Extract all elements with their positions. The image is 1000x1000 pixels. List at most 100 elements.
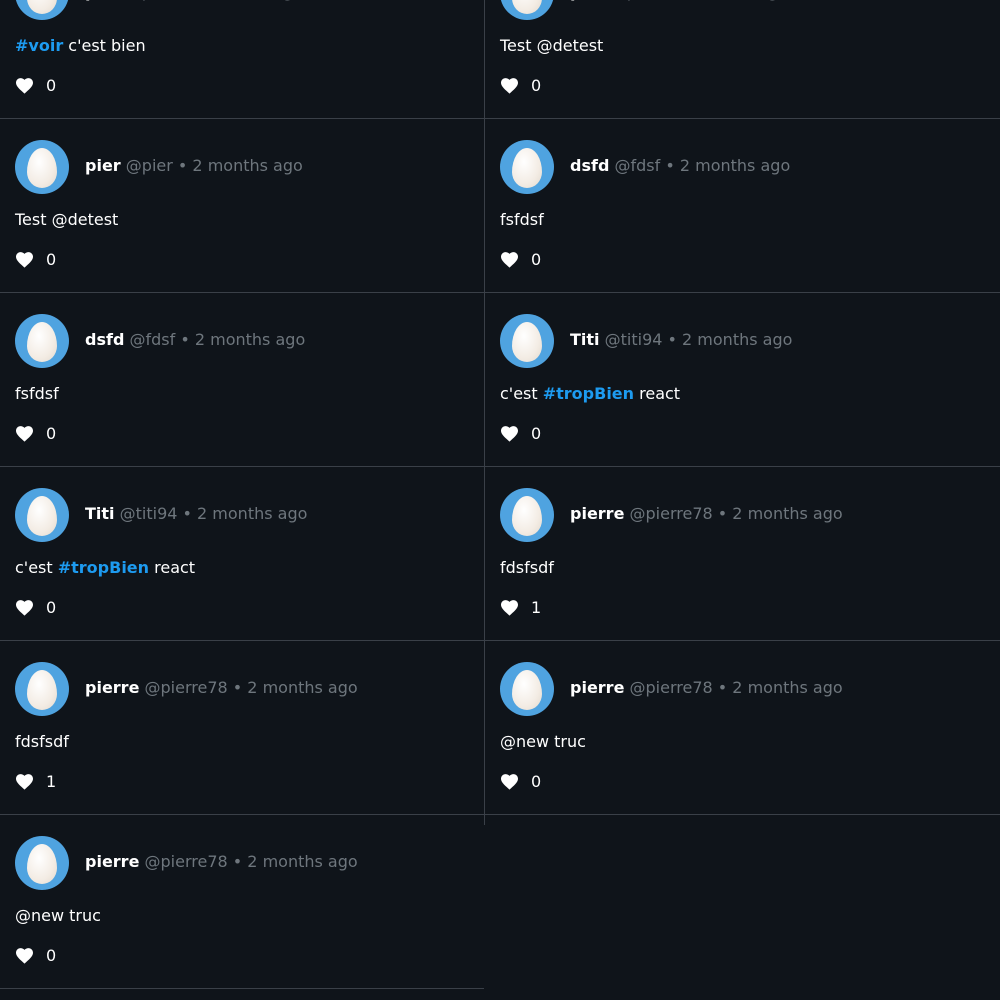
tweet-text: c'est #tropBien react: [15, 558, 195, 577]
feed-column-right: pier @pier • 2 months ago Test @detest 0…: [485, 0, 1000, 815]
author-handle[interactable]: @pierre78: [630, 678, 713, 697]
heart-icon: [16, 948, 33, 964]
tweet-timestamp: 2 months ago: [194, 330, 306, 349]
egg-avatar-icon: [27, 670, 57, 710]
author-name[interactable]: Titi: [570, 330, 600, 349]
author-handle[interactable]: @pier: [611, 0, 658, 1]
tweet-card[interactable]: dsfd @fdsf • 2 months ago fsfdsf 0: [485, 119, 1000, 293]
like-count: 0: [46, 76, 57, 95]
author-name[interactable]: pier: [85, 156, 121, 175]
tweet-card[interactable]: pierre @pierre78 • 2 months ago fdsfsdf …: [0, 641, 484, 815]
tweet-text-prefix: @new truc: [15, 906, 101, 925]
tweet-header: pier @pier • 2 months ago: [85, 0, 303, 1]
avatar[interactable]: [15, 662, 69, 716]
tweet-card[interactable]: pierre @pierre78 • 2 months ago fdsfsdf …: [485, 467, 1000, 641]
avatar[interactable]: [15, 836, 69, 890]
like-button[interactable]: 0: [500, 424, 541, 443]
like-count: 0: [46, 250, 57, 269]
tweet-card[interactable]: pierre @pierre78 • 2 months ago @new tru…: [0, 815, 484, 989]
meta-separator: •: [177, 504, 198, 523]
avatar[interactable]: [500, 140, 554, 194]
egg-avatar-icon: [512, 0, 542, 14]
like-button[interactable]: 0: [15, 76, 56, 95]
meta-separator: •: [712, 678, 733, 697]
author-name[interactable]: dsfd: [570, 156, 609, 175]
author-handle[interactable]: @titi94: [120, 504, 178, 523]
meta-separator: •: [712, 504, 733, 523]
tweet-card[interactable]: pierre @pierre78 • 2 months ago @new tru…: [485, 641, 1000, 815]
tweet-card[interactable]: pier @pier • 2 months ago #voir c'est bi…: [0, 0, 484, 119]
hashtag-link[interactable]: #tropBien: [58, 558, 149, 577]
like-button[interactable]: 1: [15, 772, 56, 791]
author-handle[interactable]: @fdsf: [129, 330, 175, 349]
heart-icon: [501, 600, 518, 616]
tweet-timestamp: 2 months ago: [732, 504, 843, 523]
tweet-text-prefix: Test @detest: [500, 36, 604, 55]
like-button[interactable]: 1: [500, 598, 541, 617]
tweet-text-prefix: Test @detest: [15, 210, 119, 229]
author-name[interactable]: pierre: [570, 504, 624, 523]
author-handle[interactable]: @titi94: [605, 330, 663, 349]
like-button[interactable]: 0: [15, 250, 56, 269]
feed-column-left: pier @pier • 2 months ago #voir c'est bi…: [0, 0, 484, 989]
tweet-card[interactable]: Titi @titi94 • 2 months ago c'est #tropB…: [485, 293, 1000, 467]
author-name[interactable]: pier: [570, 0, 606, 1]
tweet-timestamp: 2 months ago: [192, 156, 303, 175]
meta-separator: •: [662, 330, 683, 349]
heart-icon: [501, 426, 518, 442]
tweet-header: pierre @pierre78 • 2 months ago: [85, 852, 358, 871]
author-handle[interactable]: @pier: [126, 156, 173, 175]
tweet-card[interactable]: Titi @titi94 • 2 months ago c'est #tropB…: [0, 467, 484, 641]
tweet-text-prefix: c'est: [15, 558, 58, 577]
tweet-text: Test @detest: [15, 210, 118, 229]
avatar[interactable]: [500, 488, 554, 542]
like-button[interactable]: 0: [500, 76, 541, 95]
meta-separator: •: [173, 0, 193, 1]
heart-icon: [501, 78, 518, 94]
tweet-header: pierre @pierre78 • 2 months ago: [85, 678, 358, 697]
author-name[interactable]: pier: [85, 0, 121, 1]
tweet-text: fsfdsf: [15, 384, 59, 403]
tweet-feed: pier @pier • 2 months ago #voir c'est bi…: [0, 0, 1000, 1000]
tweet-text-prefix: c'est: [500, 384, 543, 403]
meta-separator: •: [227, 678, 248, 697]
like-button[interactable]: 0: [15, 598, 56, 617]
avatar[interactable]: [15, 314, 69, 368]
egg-avatar-icon: [27, 148, 57, 188]
tweet-text-suffix: react: [634, 384, 681, 403]
avatar[interactable]: [15, 488, 69, 542]
tweet-text-prefix: fdsfsdf: [15, 732, 69, 751]
hashtag-link[interactable]: #voir: [15, 36, 63, 55]
like-button[interactable]: 0: [500, 772, 541, 791]
tweet-timestamp: 2 months ago: [247, 678, 358, 697]
tweet-timestamp: 2 months ago: [247, 852, 358, 871]
avatar[interactable]: [500, 0, 554, 20]
like-count: 1: [46, 772, 57, 791]
tweet-card[interactable]: pier @pier • 2 months ago Test @detest 0: [0, 119, 484, 293]
like-button[interactable]: 0: [15, 946, 56, 965]
author-name[interactable]: dsfd: [85, 330, 124, 349]
tweet-card[interactable]: pier @pier • 2 months ago Test @detest 0: [485, 0, 1000, 119]
egg-avatar-icon: [27, 322, 57, 362]
author-handle[interactable]: @pierre78: [630, 504, 713, 523]
avatar[interactable]: [15, 140, 69, 194]
avatar[interactable]: [500, 662, 554, 716]
author-name[interactable]: pierre: [85, 678, 139, 697]
like-button[interactable]: 0: [15, 424, 56, 443]
tweet-card[interactable]: dsfd @fdsf • 2 months ago fsfdsf 0: [0, 293, 484, 467]
like-button[interactable]: 0: [500, 250, 541, 269]
author-name[interactable]: pierre: [570, 678, 624, 697]
author-handle[interactable]: @pier: [126, 0, 173, 1]
heart-icon: [16, 774, 33, 790]
author-name[interactable]: pierre: [85, 852, 139, 871]
tweet-text-prefix: fdsfsdf: [500, 558, 554, 577]
author-handle[interactable]: @pierre78: [145, 852, 228, 871]
avatar[interactable]: [15, 0, 69, 20]
author-name[interactable]: Titi: [85, 504, 115, 523]
avatar[interactable]: [500, 314, 554, 368]
like-count: 0: [531, 772, 542, 791]
tweet-text: @new truc: [15, 906, 101, 925]
author-handle[interactable]: @pierre78: [145, 678, 228, 697]
hashtag-link[interactable]: #tropBien: [543, 384, 634, 403]
author-handle[interactable]: @fdsf: [614, 156, 660, 175]
